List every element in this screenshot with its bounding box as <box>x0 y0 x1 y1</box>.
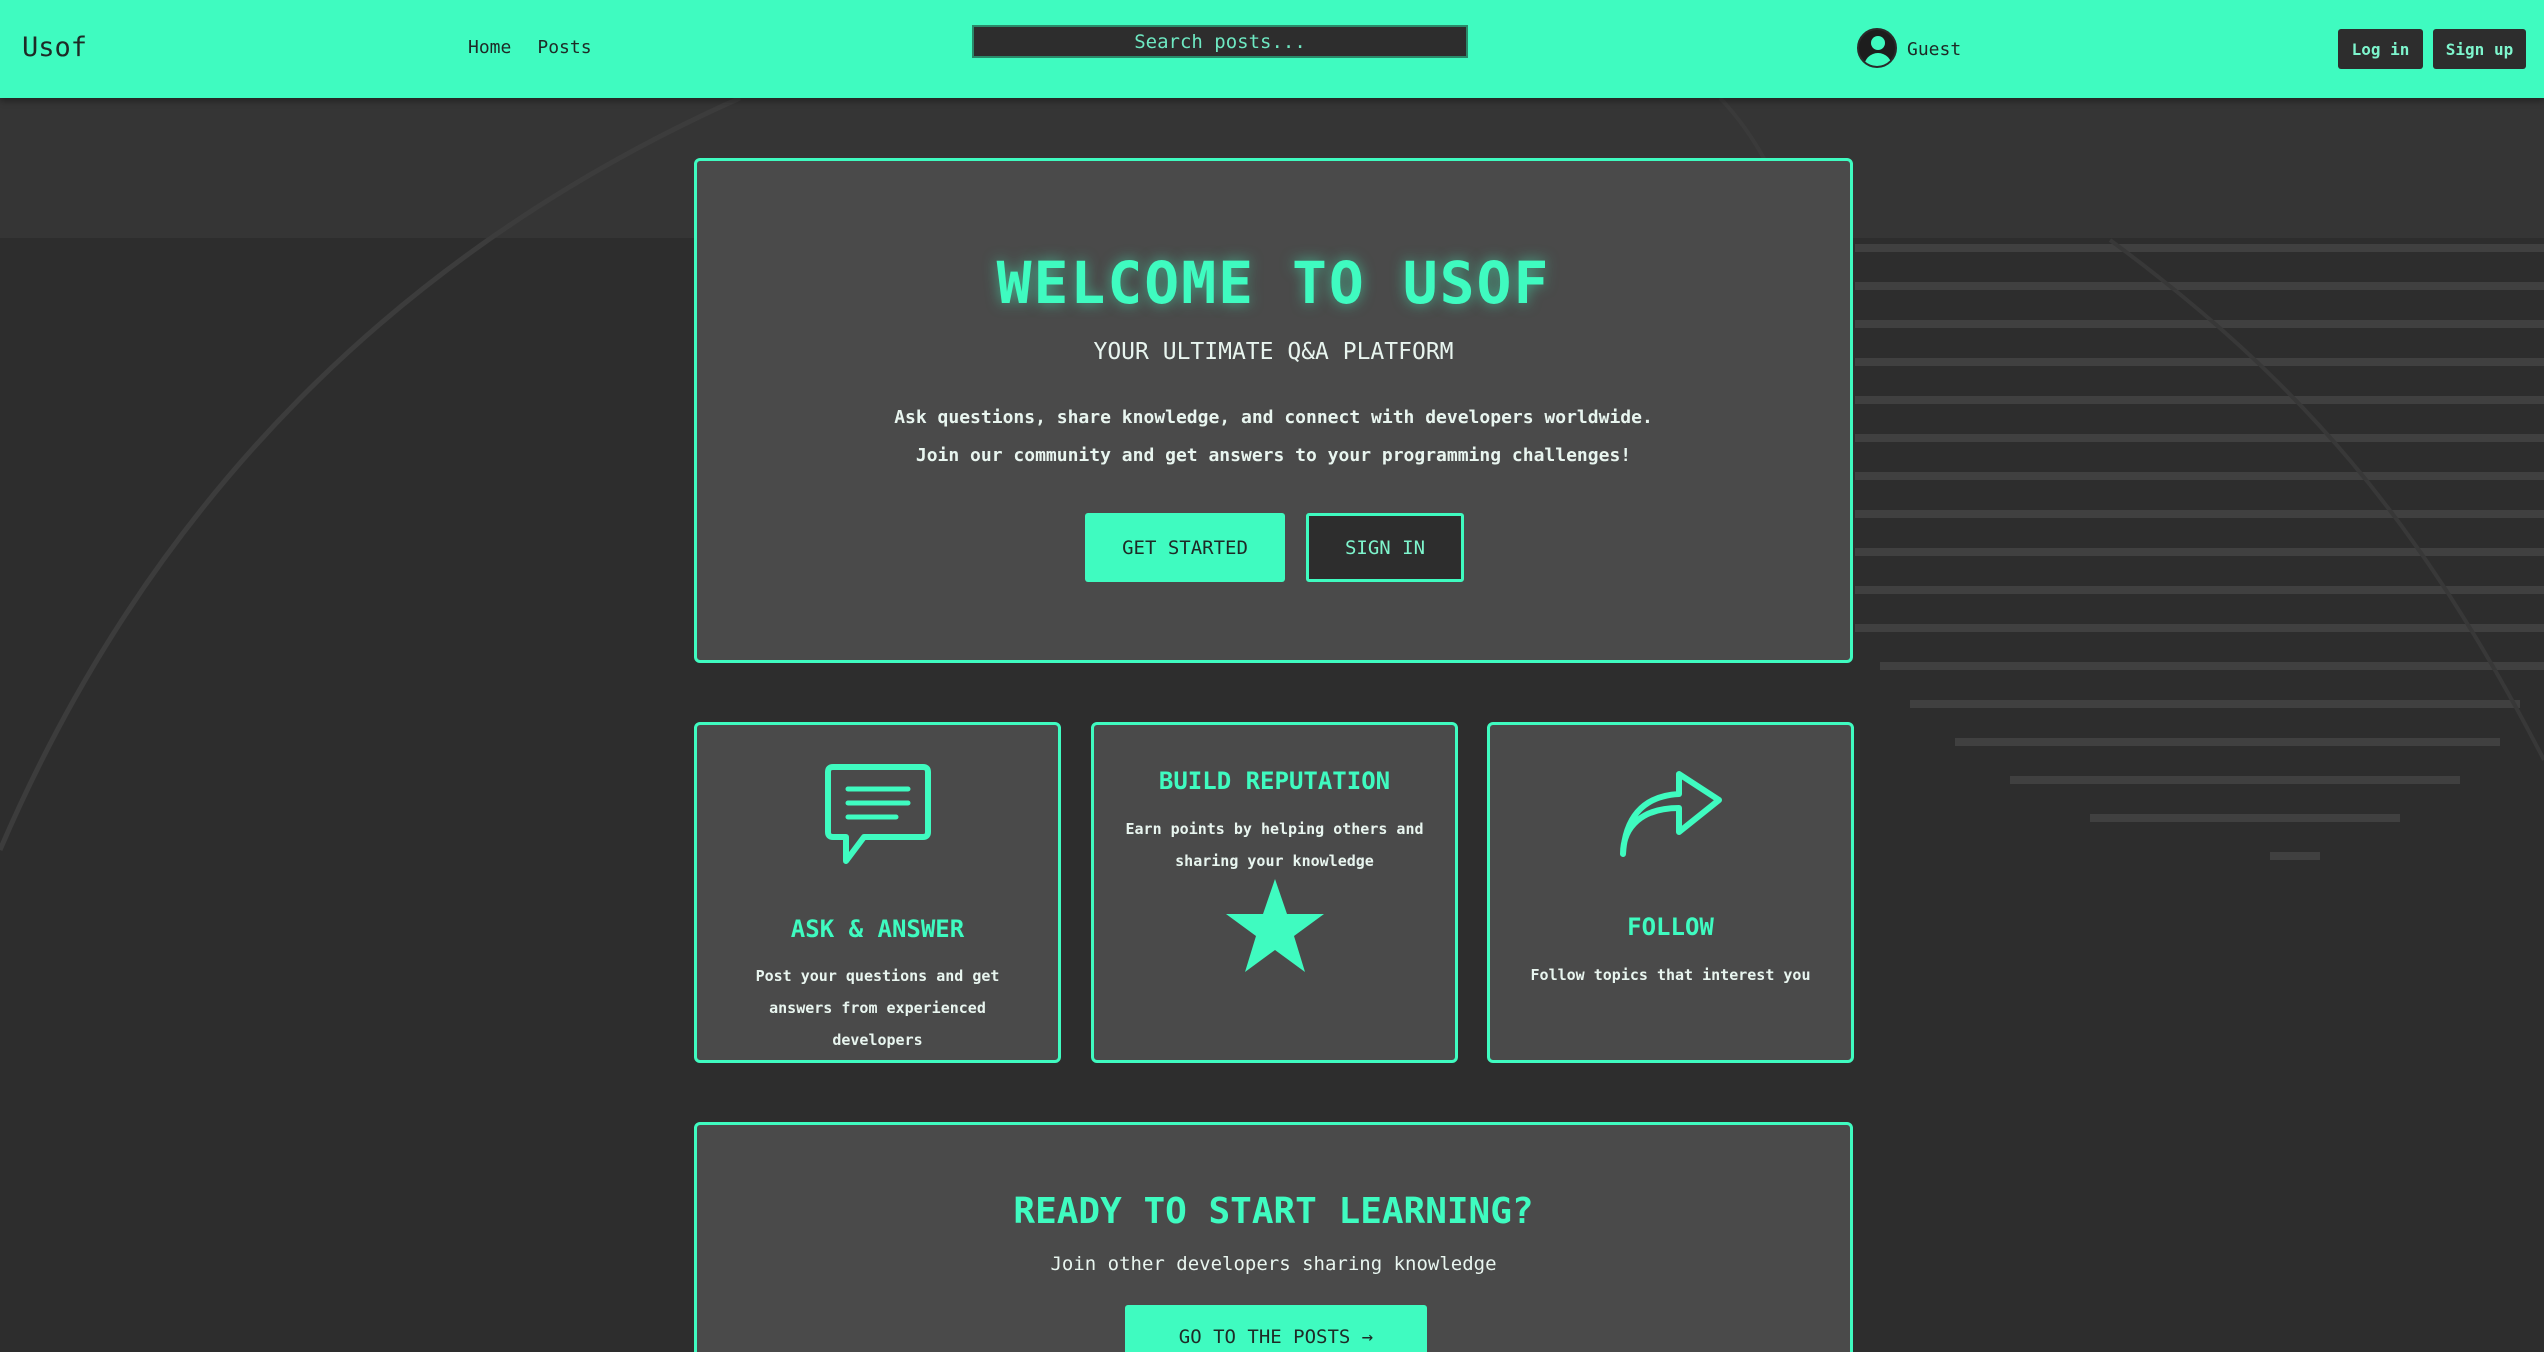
avatar[interactable] <box>1857 28 1897 68</box>
signup-button[interactable]: Sign up <box>2433 29 2526 69</box>
hero-description: Ask questions, share knowledge, and conn… <box>894 407 1653 466</box>
search-input[interactable] <box>972 25 1468 58</box>
feature-card-ask-answer: ASK & ANSWER Post your questions and get… <box>694 722 1061 1063</box>
star-icon <box>1225 879 1324 972</box>
chat-bubble-icon <box>824 764 931 864</box>
get-started-button[interactable]: GET STARTED <box>1085 513 1285 582</box>
login-button[interactable]: Log in <box>2338 29 2423 69</box>
feature-description: Post your questions and get answers from… <box>755 967 1000 1049</box>
feature-title: FOLLOW <box>1627 913 1714 941</box>
nav-home-link[interactable]: Home <box>468 37 511 58</box>
top-navbar: Usof Home Posts Guest Log in Sign up <box>0 0 2544 98</box>
feature-title: BUILD REPUTATION <box>1158 767 1391 795</box>
feature-description: Earn points by helping others and sharin… <box>1125 820 1424 870</box>
cta-card: READY TO START LEARNING? Join other deve… <box>694 1122 1853 1352</box>
user-icon-head <box>1871 36 1885 50</box>
hero-subtitle: YOUR ULTIMATE Q&A PLATFORM <box>1093 339 1454 365</box>
cta-title: READY TO START LEARNING? <box>1013 1191 1534 1232</box>
nav-posts-link[interactable]: Posts <box>537 37 591 58</box>
cta-subtitle: Join other developers sharing knowledge <box>1050 1253 1497 1275</box>
feature-card-build-reputation: BUILD REPUTATION Earn points by helping … <box>1091 722 1458 1063</box>
site-logo[interactable]: Usof <box>22 32 87 63</box>
user-name[interactable]: Guest <box>1907 39 1961 60</box>
feature-title: ASK & ANSWER <box>790 915 965 943</box>
main-nav: Home Posts <box>468 37 592 58</box>
go-to-posts-button[interactable]: GO TO THE POSTS → <box>1125 1305 1427 1352</box>
feature-description: Follow topics that interest you <box>1530 966 1811 984</box>
feature-card-follow: FOLLOW Follow topics that interest you <box>1487 722 1854 1063</box>
user-icon-body <box>1864 53 1892 66</box>
sign-in-button[interactable]: SIGN IN <box>1306 513 1464 582</box>
hero-card: WELCOME TO USOF YOUR ULTIMATE Q&A PLATFO… <box>694 158 1853 663</box>
hero-title: WELCOME TO USOF <box>996 249 1551 317</box>
share-arrow-icon <box>1619 771 1722 857</box>
